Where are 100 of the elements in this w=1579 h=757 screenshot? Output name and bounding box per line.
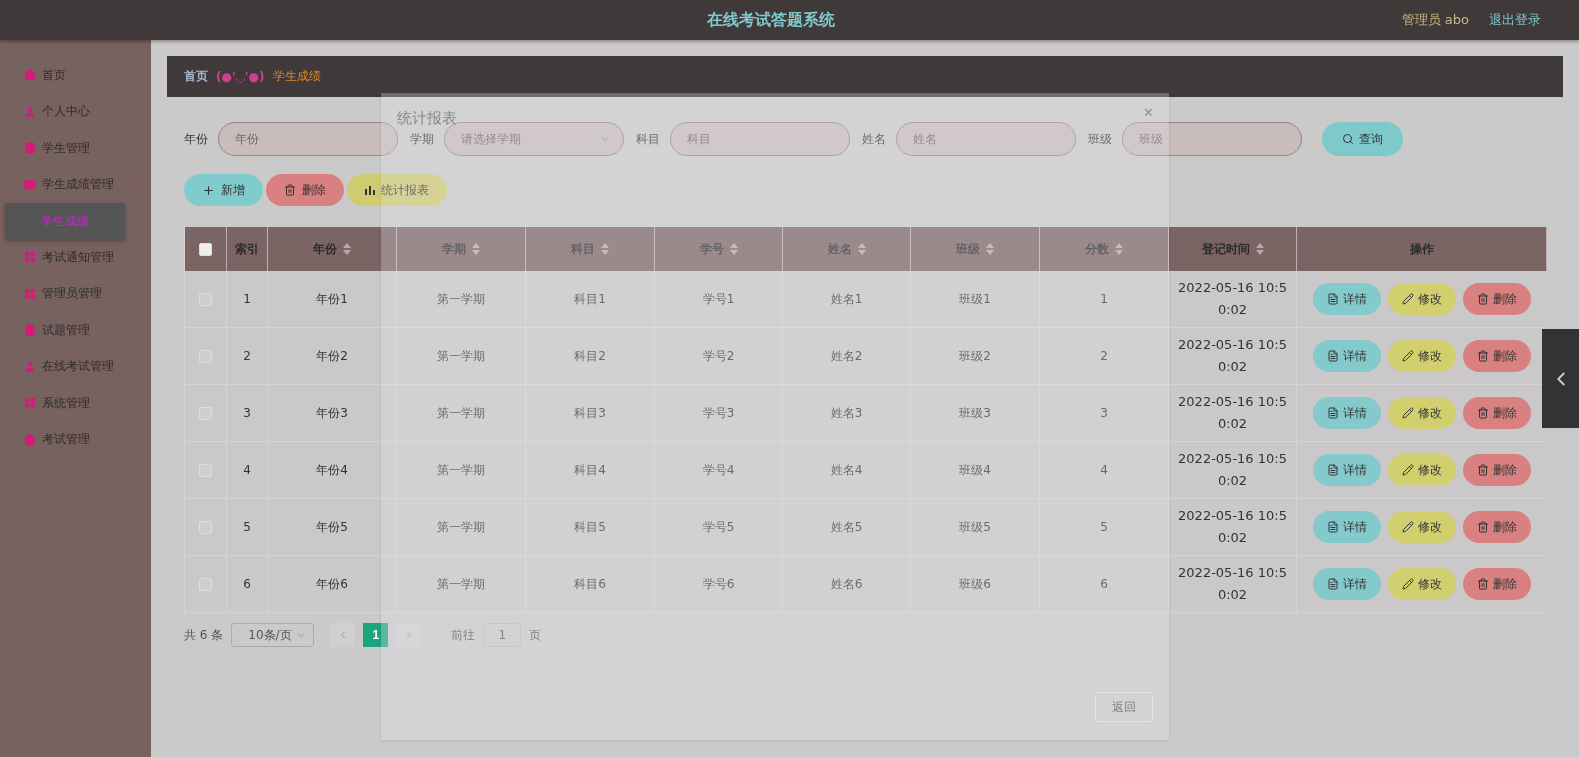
menu-item[interactable]: 管理员管理	[0, 275, 151, 312]
trash-icon	[1477, 407, 1489, 419]
table-cell-text: 1	[1100, 291, 1108, 308]
report-button[interactable]: 统计报表	[347, 174, 447, 206]
detail-button[interactable]: 详情	[1313, 283, 1381, 315]
sort-icon[interactable]	[1255, 243, 1264, 255]
breadcrumb-home[interactable]: 首页	[184, 68, 208, 85]
menu-item[interactable]: 在线考试管理	[0, 348, 151, 385]
app-title: 在线考试答题系统	[705, 9, 836, 31]
grid-icon	[24, 251, 36, 264]
home-icon	[24, 69, 36, 82]
sort-icon[interactable]	[601, 243, 609, 255]
book-icon	[24, 142, 36, 155]
detail-button[interactable]: 详情	[1313, 454, 1381, 486]
input-field[interactable]: 姓名	[896, 122, 1076, 156]
edit-button[interactable]: 修改	[1388, 568, 1456, 600]
document-icon	[1327, 407, 1339, 419]
table-cell-text: 学号6	[702, 576, 735, 593]
table-cell-text: 年份3	[316, 405, 348, 422]
table-cell-text: 年份1	[316, 291, 348, 308]
collapse-tab[interactable]	[1542, 329, 1579, 428]
table-cell-text: 3	[243, 405, 251, 422]
column-header[interactable]: 班级	[956, 240, 980, 258]
table-cell-text: 学号5	[702, 519, 735, 536]
sort-icon[interactable]	[986, 243, 994, 255]
trash-icon	[1477, 293, 1489, 305]
sort-icon[interactable]	[857, 243, 866, 255]
table-cell-text: 班级4	[959, 462, 991, 479]
edit-button[interactable]: 修改	[1388, 454, 1456, 486]
page-size-select[interactable]: 10条/页	[231, 623, 315, 647]
sort-icon[interactable]	[1115, 243, 1123, 255]
table-cell-text: 第一学期	[437, 405, 485, 422]
column-header: 索引	[235, 240, 259, 258]
delete-button[interactable]: 删除	[1463, 511, 1531, 543]
close-button[interactable]: ×	[1143, 105, 1153, 121]
field-label: 姓名	[862, 130, 886, 148]
column-header[interactable]: 科目	[571, 240, 595, 258]
table-cell-text: 学号2	[702, 348, 735, 365]
table-cell-text: 年份4	[316, 462, 348, 479]
detail-button[interactable]: 详情	[1313, 340, 1381, 372]
input-field[interactable]: 年份	[218, 122, 398, 156]
detail-button[interactable]: 详情	[1313, 568, 1381, 600]
table-cell-text: 班级1	[959, 291, 991, 308]
column-header[interactable]: 年份	[313, 240, 337, 258]
delete-button[interactable]: 删除	[266, 174, 344, 206]
checkbox[interactable]	[199, 242, 212, 256]
delete-button[interactable]: 删除	[1463, 568, 1531, 600]
table-cell-text: 2	[1100, 348, 1108, 365]
detail-button[interactable]: 详情	[1313, 397, 1381, 429]
sort-icon[interactable]	[343, 243, 351, 255]
delete-button[interactable]: 删除	[1463, 340, 1531, 372]
delete-button[interactable]: 删除	[1463, 454, 1531, 486]
table-cell-text: 2	[243, 348, 251, 365]
table-cell-text: 第一学期	[437, 462, 485, 479]
trash-icon	[1477, 521, 1489, 533]
menu-item[interactable]: 学生成绩管理	[0, 166, 151, 203]
column-header[interactable]: 学号	[699, 240, 724, 258]
back-button[interactable]: 返回	[1095, 692, 1153, 722]
table-cell-text: 姓名1	[830, 291, 863, 308]
menu-item[interactable]: 考试管理	[0, 421, 151, 458]
prev-page-button[interactable]	[330, 623, 356, 647]
page-button[interactable]: 1	[363, 623, 389, 647]
edit-button[interactable]: 修改	[1388, 511, 1456, 543]
input-field[interactable]: 科目	[670, 122, 850, 156]
sort-icon[interactable]	[472, 243, 480, 255]
menu-item[interactable]: 系统管理	[0, 385, 151, 422]
column-header[interactable]: 登记时间	[1201, 240, 1250, 258]
delete-button[interactable]: 删除	[1463, 397, 1531, 429]
page-suffix: 页	[529, 626, 542, 644]
next-page-button[interactable]	[396, 623, 422, 647]
menu-item[interactable]: 首页	[0, 57, 151, 94]
menu-item[interactable]: 个人中心	[0, 93, 151, 130]
pencil-icon	[1402, 521, 1414, 533]
menu-item[interactable]: 学生管理	[0, 130, 151, 167]
delete-button[interactable]: 删除	[1463, 283, 1531, 315]
edit-button[interactable]: 修改	[1388, 397, 1456, 429]
total-count: 共 6 条	[184, 626, 224, 644]
menu-item[interactable]: 试题管理	[0, 312, 151, 349]
search-button[interactable]: 查询	[1322, 122, 1403, 156]
page-input[interactable]: 1	[483, 623, 522, 647]
add-button[interactable]: 新增	[184, 174, 263, 206]
document-icon	[1327, 578, 1339, 590]
table-cell-text: 班级3	[959, 405, 991, 422]
sort-icon[interactable]	[729, 243, 738, 255]
edit-button[interactable]: 修改	[1388, 283, 1456, 315]
table-cell-text: 学号3	[702, 405, 735, 422]
table-cell-text: 5	[243, 519, 251, 536]
input-field[interactable]: 班级	[1122, 122, 1302, 156]
edit-button[interactable]: 修改	[1388, 340, 1456, 372]
clipboard-check-icon	[24, 433, 36, 446]
detail-button[interactable]: 详情	[1313, 511, 1381, 543]
table-cell-text: 1	[243, 291, 251, 308]
menu-item[interactable]: 考试通知管理	[0, 239, 151, 276]
column-header[interactable]: 姓名	[827, 240, 852, 258]
logout-link[interactable]: 退出登录	[1489, 11, 1541, 29]
table-cell-text: 5	[1100, 519, 1108, 536]
goto-label: 前往	[451, 626, 476, 644]
column-header[interactable]: 学期	[442, 240, 466, 258]
table-cell-text: 姓名2	[830, 348, 863, 365]
table-cell-text: 姓名4	[830, 462, 863, 479]
